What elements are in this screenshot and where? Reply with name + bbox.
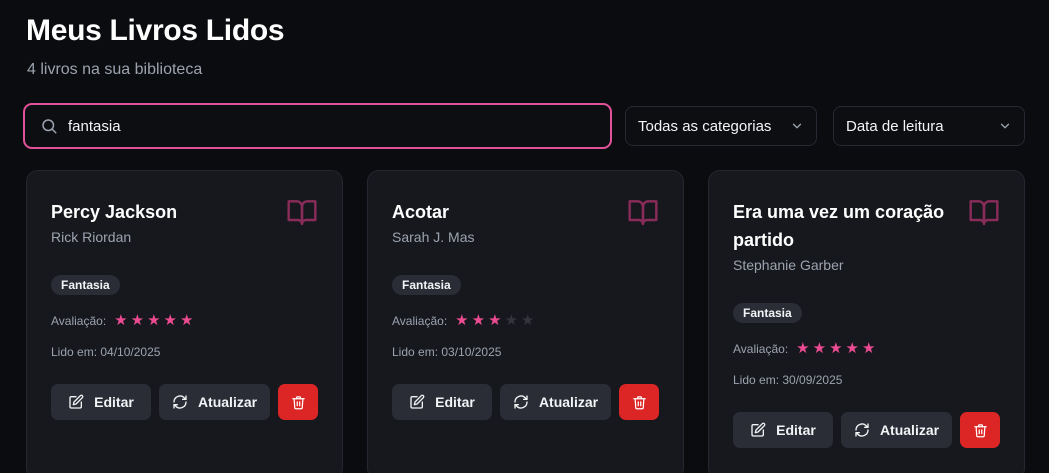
rating-row: Avaliação: ★ ★ ★ ★ ★ (733, 341, 878, 356)
rating-star: ★ (845, 340, 859, 357)
book-icon (968, 196, 1000, 226)
rating-star: ★ (163, 312, 177, 329)
read-date: Lido em: 04/10/2025 (51, 345, 161, 359)
category-badge: Fantasia (392, 275, 461, 295)
search-box[interactable] (23, 103, 612, 149)
rating-row: Avaliação: ★ ★ ★ ★ ★ (392, 313, 537, 328)
book-author: Rick Riordan (51, 229, 132, 245)
book-title: Percy Jackson (51, 202, 178, 222)
rating-star: ★ (520, 312, 535, 329)
category-select[interactable]: Todas as categorias (625, 106, 817, 146)
rating-star: ★ (471, 312, 486, 329)
search-input[interactable] (68, 117, 588, 135)
book-card: Era uma vez um coração partido Stephanie … (708, 170, 1025, 473)
sort-select[interactable]: Data de leitura (833, 106, 1025, 146)
edit-button-label: Editar (94, 394, 134, 410)
edit-button-label: Editar (776, 422, 816, 438)
edit-button[interactable]: Editar (392, 384, 492, 420)
update-button-label: Atualizar (197, 394, 258, 410)
update-button[interactable]: Atualizar (500, 384, 611, 420)
edit-button-label: Editar (435, 394, 475, 410)
book-card: Percy Jackson Rick Riordan Fantasia Avaliaç… (26, 170, 343, 473)
update-button[interactable]: Atualizar (159, 384, 270, 420)
edit-icon (68, 394, 94, 410)
chevron-down-icon (1000, 123, 1010, 129)
search-icon (42, 119, 57, 134)
category-badge: Fantasia (733, 303, 802, 323)
delete-button[interactable] (278, 384, 318, 420)
read-date: Lido em: 30/09/2025 (733, 373, 843, 387)
category-select-value: Todas as categorias (638, 117, 772, 135)
trash-icon (632, 395, 647, 410)
rating-star: ★ (114, 312, 128, 329)
refresh-icon (513, 394, 539, 410)
book-author: Sarah J. Mas (392, 229, 475, 245)
book-title: Acotar (392, 202, 450, 222)
book-icon (627, 196, 659, 226)
sort-select-value: Data de leitura (846, 117, 944, 135)
book-title: Era uma vez um coração partido (733, 202, 945, 250)
update-button-label: Atualizar (879, 422, 940, 438)
edit-button[interactable]: Editar (733, 412, 833, 448)
delete-button[interactable] (960, 412, 1000, 448)
rating-row: Avaliação: ★ ★ ★ ★ ★ (51, 313, 196, 328)
rating-star: ★ (796, 340, 810, 357)
edit-icon (409, 394, 435, 410)
edit-button[interactable]: Editar (51, 384, 151, 420)
chevron-down-icon (792, 123, 802, 129)
rating-star: ★ (829, 340, 843, 357)
update-button-label: Atualizar (538, 394, 599, 410)
rating-star: ★ (861, 340, 876, 357)
trash-icon (291, 395, 306, 410)
refresh-icon (172, 394, 198, 410)
book-icon (286, 196, 318, 226)
rating-label: Avaliação: (392, 313, 448, 328)
trash-icon (973, 423, 988, 438)
category-badge: Fantasia (51, 275, 120, 295)
book-card: Acotar Sarah J. Mas Fantasia Avaliação: ★ ★ ★ ★… (367, 170, 684, 473)
rating-star: ★ (488, 312, 502, 329)
rating-star: ★ (130, 312, 145, 329)
book-author: Stephanie Garber (733, 257, 844, 273)
rating-star: ★ (455, 312, 469, 329)
rating-star: ★ (812, 340, 827, 357)
page-title: Meus Livros Lidos (26, 14, 285, 47)
read-date: Lido em: 03/10/2025 (392, 345, 502, 359)
refresh-icon (854, 422, 880, 438)
rating-star: ★ (147, 312, 161, 329)
delete-button[interactable] (619, 384, 659, 420)
edit-icon (750, 422, 776, 438)
rating-label: Avaliação: (733, 341, 789, 356)
rating-star: ★ (504, 312, 518, 329)
update-button[interactable]: Atualizar (841, 412, 952, 448)
rating-star: ★ (179, 312, 194, 329)
rating-label: Avaliação: (51, 313, 107, 328)
page-subtitle: 4 livros na sua biblioteca (27, 61, 203, 78)
